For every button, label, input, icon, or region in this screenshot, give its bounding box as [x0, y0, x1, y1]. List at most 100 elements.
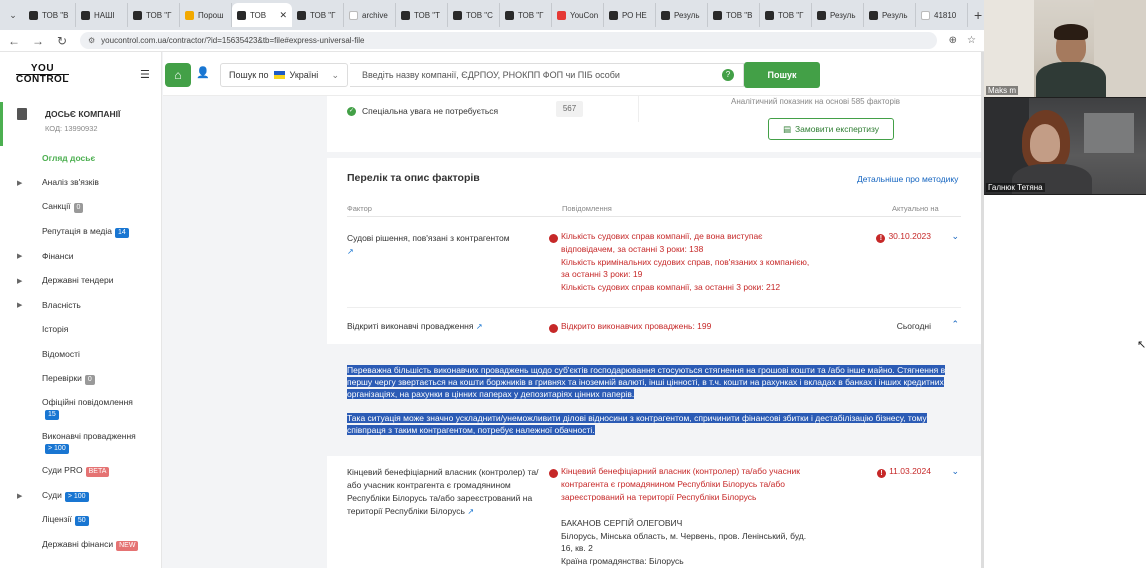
factors-title: Перелік та опис факторів	[347, 172, 480, 184]
app: YOU CONTROL ☰ ДОСЬЄ КОМПАНІЇ КОД: 139909…	[0, 52, 984, 568]
forward-icon[interactable]: →	[32, 34, 44, 48]
factor-date: ! 30.10.2023	[876, 231, 931, 243]
factor-explanation: Переважна більшість виконавчих проваджен…	[327, 344, 981, 456]
collapse-menu-icon[interactable]: ☰	[140, 68, 150, 81]
browser-tab[interactable]: archive	[344, 3, 396, 27]
search-scope-select[interactable]: Пошук по Україні ⌄	[220, 63, 348, 87]
browser-tab[interactable]: YouCon	[552, 3, 604, 27]
tab-search-button[interactable]: ⌄	[4, 6, 22, 24]
sidebar-item[interactable]: Державні фінанси NEW	[0, 533, 162, 558]
sidebar-item[interactable]: Огляд досьє	[0, 146, 162, 171]
table-row[interactable]: Відкриті виконавчі провадження ↗ ! Відкри…	[347, 308, 961, 344]
alert-icon: !	[877, 469, 887, 478]
sidebar-item[interactable]: ▶ Власність	[0, 293, 162, 318]
dossier-header: ДОСЬЄ КОМПАНІЇ КОД: 13990932	[0, 102, 162, 146]
browser-tab[interactable]: РО НЕ	[604, 3, 656, 27]
table-row[interactable]: Кінцевий бенефіціарний власник (контроле…	[347, 456, 961, 568]
zoom-icon[interactable]: ⊕	[949, 35, 957, 46]
back-icon[interactable]: ←	[8, 34, 20, 48]
sidebar-item[interactable]: Суди PRO BETA	[0, 459, 162, 484]
search-input[interactable]: Введіть назву компанії, ЄДРПОУ, РНОКПП Ф…	[350, 63, 744, 87]
order-expertise-button[interactable]: ▤ Замовити експертизу	[768, 118, 894, 140]
browser-tabbar: ⌄ ТОВ "В НАШІ ТОВ "Г Порош ТОВ ✕ ТОВ "Г archive…	[0, 0, 984, 30]
table-row[interactable]: Судові рішення, пов'язані з контрагентом…	[347, 217, 961, 308]
sidebar-menu: Огляд досьє ▶ Аналіз зв'язків Санкції 0 Репут…	[0, 146, 162, 557]
browser-tab[interactable]: Порош	[180, 3, 232, 27]
browser-tab[interactable]: ТОВ "С	[448, 3, 500, 27]
browser-tab[interactable]: ТОВ "Г	[128, 3, 180, 27]
search-button[interactable]: Пошук	[744, 62, 820, 88]
chevron-down-icon[interactable]: ⌄	[951, 231, 959, 242]
close-tab-icon[interactable]: ✕	[279, 10, 287, 21]
external-link-icon[interactable]: ↗	[476, 322, 483, 331]
tab-favicon-icon	[505, 10, 514, 20]
participant-name: Maks m	[986, 86, 1018, 95]
sidebar-item[interactable]: Репутація в медіа 14	[0, 220, 162, 245]
tab-title: ТОВ "В	[42, 10, 69, 20]
company-code: КОД: 13990932	[45, 124, 98, 133]
sidebar-item-label: Суди PRO	[42, 465, 83, 476]
browser-tab[interactable]: ТОВ "В	[708, 3, 760, 27]
tab-title: Резуль	[830, 10, 856, 20]
sidebar-item[interactable]: Відомості	[0, 342, 162, 367]
sidebar-item[interactable]: ▶ Аналіз зв'язків	[0, 171, 162, 196]
browser-tab[interactable]: ТОВ "Т	[396, 3, 448, 27]
sidebar-item[interactable]: ▶ Фінанси	[0, 244, 162, 269]
beneficiary-citizenship: Країна громадянства: Білорусь	[561, 555, 684, 566]
tab-title: archive	[362, 10, 388, 20]
youcontrol-logo[interactable]: YOU CONTROL	[16, 64, 69, 85]
tab-title: ТОВ "В	[726, 10, 753, 20]
sidebar-item[interactable]: ▶ Державні тендери	[0, 269, 162, 294]
user-icon[interactable]: 👤	[196, 66, 210, 79]
factor-message: Кількість судових справ компанії, за ост…	[561, 281, 781, 292]
tab-title: ТОВ "Г	[518, 10, 544, 20]
sidebar-item[interactable]: Виконавчі провадження > 100	[0, 425, 162, 459]
tab-title: ТОВ "Т	[414, 10, 441, 20]
sidebar-item[interactable]: Санкції 0	[0, 195, 162, 220]
tab-favicon-icon	[133, 10, 142, 20]
sidebar-item[interactable]: Ліцензії 50	[0, 508, 162, 533]
search-scope-value: Україні	[289, 70, 319, 80]
browser-tab[interactable]: Резуль	[656, 3, 708, 27]
count-badge: 0	[84, 374, 95, 385]
external-link-icon[interactable]: ↗	[467, 507, 474, 516]
sidebar-item[interactable]: ▶ Суди > 100	[0, 484, 162, 509]
chevron-down-icon: ⌄	[331, 69, 339, 80]
browser-tab[interactable]: ТОВ "Г	[500, 3, 552, 27]
participant-avatar	[1030, 124, 1060, 162]
sidebar-item-label: Відомості	[42, 348, 80, 359]
factor-name: Судові рішення, пов'язані з контрагентом…	[347, 233, 510, 256]
external-link-icon[interactable]: ↗	[347, 247, 354, 256]
video-tile-participant-1[interactable]: Maks m	[984, 0, 1146, 97]
sidebar-item[interactable]: Перевірки 0	[0, 367, 162, 392]
browser-tab[interactable]: Резуль	[812, 3, 864, 27]
browser-tab[interactable]: НАШІ	[76, 3, 128, 27]
browser-tab[interactable]: ТОВ ✕	[232, 3, 292, 27]
tab-title: Резуль	[674, 10, 700, 20]
sidebar-item-label: Репутація в медіа	[42, 225, 112, 236]
methodology-link[interactable]: Детальніше про методику	[857, 174, 958, 184]
new-tab-button[interactable]: +	[974, 7, 982, 23]
sidebar-item[interactable]: Офіційні повідомлення 15	[0, 391, 162, 425]
bookmark-star-icon[interactable]: ☆	[967, 35, 976, 46]
video-tile-participant-2[interactable]: Галнюк Тетяна	[984, 98, 1146, 194]
help-icon[interactable]: ?	[722, 69, 734, 81]
chevron-up-icon[interactable]: ⌃	[951, 319, 959, 330]
mouse-cursor-icon: ↖	[1137, 339, 1146, 351]
chevron-down-icon[interactable]: ⌄	[951, 466, 959, 477]
factor-message: Кількість кримінальних судових справ, по…	[561, 256, 810, 280]
tab-title: Резуль	[882, 10, 908, 20]
site-info-icon[interactable]: ⚙	[88, 36, 95, 45]
bank-icon[interactable]: ⌂	[165, 63, 191, 87]
tab-title: ТОВ "С	[466, 10, 493, 20]
count-badge: NEW	[116, 540, 139, 551]
reload-icon[interactable]: ↻	[56, 34, 68, 48]
browser-tab[interactable]: Резуль	[864, 3, 916, 27]
sidebar-item[interactable]: Історія	[0, 318, 162, 343]
browser-tab[interactable]: ТОВ "Г	[760, 3, 812, 27]
browser-tab[interactable]: ТОВ "В	[24, 3, 76, 27]
browser-tab[interactable]: 41810	[916, 3, 968, 27]
url-field[interactable]: ⚙ youcontrol.com.ua/contractor/?id=15635…	[80, 32, 937, 49]
browser-tab[interactable]: ТОВ "Г	[292, 3, 344, 27]
tab-favicon-icon	[297, 10, 306, 20]
